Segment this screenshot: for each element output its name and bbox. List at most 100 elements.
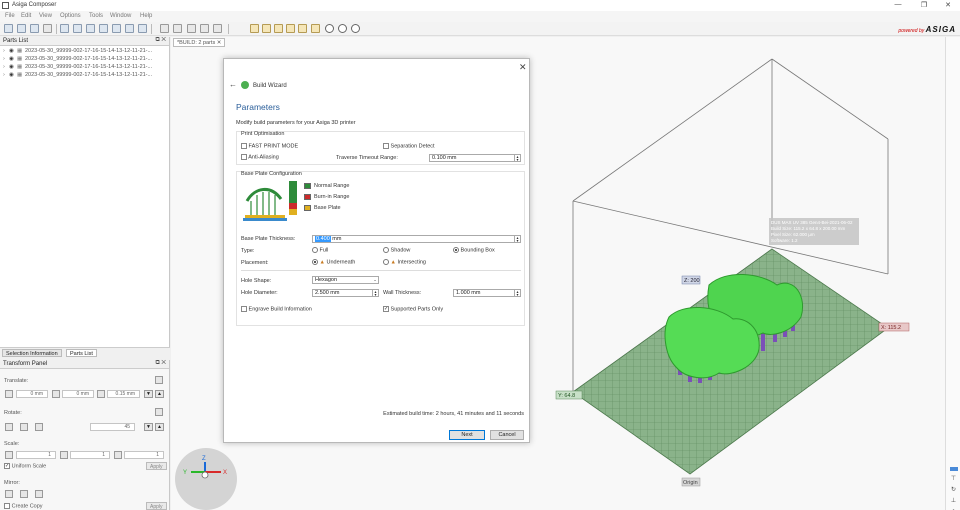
type-shadow-option[interactable]: Shadow	[383, 247, 410, 253]
mirror-x-icon[interactable]	[5, 490, 13, 498]
rotate-up-button[interactable]: ▲	[155, 423, 164, 431]
menu-options[interactable]: Options	[60, 13, 81, 19]
wall-thickness-input[interactable]: 1.000 mm ▴ ▾	[453, 289, 521, 297]
translate-y-input[interactable]: 0 mm	[62, 390, 94, 398]
hole-shape-select[interactable]: Hexagon ⌄	[312, 276, 379, 284]
uniform-scale-row[interactable]: Uniform Scale	[4, 463, 46, 470]
zoom-out-icon[interactable]	[338, 24, 347, 33]
restore-button[interactable]: ❐	[919, 1, 929, 9]
scale-apply-button[interactable]: Apply	[146, 462, 167, 470]
mirror-z-icon[interactable]	[35, 490, 43, 498]
view-front-icon[interactable]	[262, 24, 271, 33]
menu-tools[interactable]: Tools	[89, 13, 103, 19]
rotate-reset-icon[interactable]	[155, 408, 163, 416]
rotate-down-button[interactable]: ▼	[144, 423, 153, 431]
move-up-icon[interactable]: ⊤	[949, 475, 958, 483]
rotate-view-icon[interactable]: ↻	[949, 486, 958, 494]
create-copy-row[interactable]: Create Copy	[4, 503, 43, 510]
type-bounding-box-option[interactable]: Bounding Box	[453, 247, 495, 253]
create-copy-checkbox[interactable]	[4, 503, 10, 509]
translate-down-button[interactable]: ▼	[144, 390, 153, 398]
spin-arrows-icon[interactable]: ▴ ▾	[514, 236, 520, 243]
placement-underneath-option[interactable]: ▲ Underneath	[312, 259, 355, 265]
menu-view[interactable]: View	[39, 13, 52, 19]
engrave-row[interactable]: Engrave Build Information	[241, 306, 312, 312]
traverse-timeout-input[interactable]: 0.100 mm ▴ ▾	[429, 154, 521, 162]
panel-controls[interactable]: ⧉ ✕	[155, 360, 166, 367]
view-left-icon[interactable]	[286, 24, 295, 33]
placement-intersecting-radio[interactable]	[383, 259, 389, 265]
back-arrow-icon[interactable]: ←	[229, 80, 237, 89]
placement-intersecting-option[interactable]: ▲ Intersecting	[383, 259, 426, 265]
menu-edit[interactable]: Edit	[21, 13, 31, 19]
type-shadow-radio[interactable]	[383, 247, 389, 253]
part-row[interactable]: › ◉ ▦ 2023-05-30_99999-002-17-16-15-14-13-1…	[0, 64, 169, 72]
delete-icon[interactable]	[187, 24, 196, 33]
grid-icon[interactable]	[86, 24, 95, 33]
view-navigator[interactable]: Z X Y	[175, 448, 237, 510]
menu-help[interactable]: Help	[140, 13, 152, 19]
arrange-icon[interactable]	[213, 24, 222, 33]
layers-icon[interactable]	[73, 24, 82, 33]
translate-lock-icon[interactable]	[155, 376, 163, 384]
undo-history-icon[interactable]	[43, 24, 52, 33]
eye-icon[interactable]: ◉	[9, 48, 17, 54]
zoom-in-icon[interactable]	[325, 24, 334, 33]
tab-parts-list[interactable]: Parts List	[66, 349, 97, 357]
zoom-fit-icon[interactable]	[351, 24, 360, 33]
part-row[interactable]: › ◉ ▦ 2023-05-30_99999-002-17-16-15-14-13-1…	[0, 56, 169, 64]
eye-icon[interactable]: ◉	[9, 64, 17, 70]
fast-print-checkbox[interactable]	[241, 143, 247, 149]
rotate-x-icon[interactable]	[5, 423, 13, 431]
rotate-y-icon[interactable]	[20, 423, 28, 431]
scale-y-input[interactable]: 1	[70, 451, 110, 459]
save-icon[interactable]	[30, 24, 39, 33]
scale-z-input[interactable]: 1	[124, 451, 164, 459]
thickness-input[interactable]: 0.400 mm ▴ ▾	[312, 235, 521, 243]
move-down-icon[interactable]: ⊥	[949, 497, 958, 505]
translate-z-input[interactable]: 0.15 mm	[107, 390, 140, 398]
anti-aliasing-checkbox[interactable]	[241, 154, 247, 160]
globe-icon[interactable]	[138, 24, 147, 33]
close-tab-icon[interactable]: ✕	[217, 40, 222, 46]
translate-x-input[interactable]: 0 mm	[16, 390, 48, 398]
engrave-checkbox[interactable]	[241, 306, 247, 312]
placement-underneath-radio[interactable]	[312, 259, 318, 265]
menu-file[interactable]: File	[5, 13, 15, 19]
spin-arrows-icon[interactable]: ▴ ▾	[372, 290, 378, 297]
part-row[interactable]: › ◉ ▦ 2023-05-30_99999-002-17-16-15-14-13-1…	[0, 72, 169, 80]
type-bounding-box-radio[interactable]	[453, 247, 459, 253]
view-right-icon[interactable]	[298, 24, 307, 33]
supported-only-row[interactable]: Supported Parts Only	[383, 306, 443, 312]
hole-diameter-input[interactable]: 2.500 mm ▴ ▾	[312, 289, 379, 297]
tab-selection-information[interactable]: Selection Information	[2, 349, 62, 357]
part-row[interactable]: › ◉ ▦ 2023-05-30_99999-002-17-16-15-14-13-1…	[0, 48, 169, 56]
undo-icon[interactable]	[160, 24, 169, 33]
mirror-y-icon[interactable]	[20, 490, 28, 498]
rotate-angle-input[interactable]: 45	[90, 423, 135, 431]
anti-aliasing-row[interactable]: Anti-Aliasing	[241, 154, 279, 160]
separation-detect-checkbox[interactable]	[383, 143, 389, 149]
rotate-z-icon[interactable]	[35, 423, 43, 431]
open-icon[interactable]	[17, 24, 26, 33]
cancel-button[interactable]: Cancel	[490, 430, 524, 440]
menu-window[interactable]: Window	[110, 13, 131, 19]
separation-detect-row[interactable]: Separation Detect	[383, 143, 435, 149]
chevron-down-icon[interactable]: ⌄	[372, 277, 378, 283]
support-icon[interactable]	[99, 24, 108, 33]
view-iso-icon[interactable]	[250, 24, 259, 33]
close-dialog-icon[interactable]: ✕	[519, 62, 527, 73]
eye-icon[interactable]: ◉	[9, 56, 17, 62]
cut-icon[interactable]	[200, 24, 209, 33]
panel-controls[interactable]: ⧉ ✕	[155, 37, 166, 44]
scale-x-input[interactable]: 1	[16, 451, 56, 459]
mirror-apply-button[interactable]: Apply	[146, 502, 167, 510]
uniform-scale-checkbox[interactable]	[4, 463, 10, 469]
spin-arrows-icon[interactable]: ▴ ▾	[514, 290, 520, 297]
wizard-icon[interactable]	[112, 24, 121, 33]
printer-icon[interactable]	[60, 24, 69, 33]
redo-icon[interactable]	[173, 24, 182, 33]
view-top-icon[interactable]	[311, 24, 320, 33]
next-button[interactable]: Next	[449, 430, 485, 440]
tab-build[interactable]: *BUILD: 2 parts ✕	[173, 38, 226, 47]
